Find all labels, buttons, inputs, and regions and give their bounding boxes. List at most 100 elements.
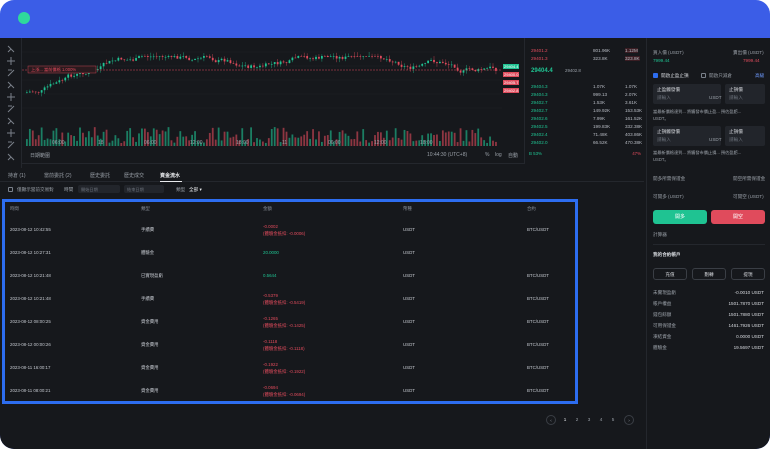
date-range-button[interactable]: 日期範圍 <box>30 152 50 159</box>
cell-amount: 0.5644 <box>263 273 276 278</box>
calculator-link[interactable]: 計算器 <box>653 232 667 238</box>
cell-contract: BTC/USDT <box>527 388 549 393</box>
brush-icon[interactable] <box>6 80 16 90</box>
start-date-input[interactable]: 開始日期 <box>78 185 120 193</box>
bid-sum: 403.86K <box>625 132 643 137</box>
cell-coin: USDT <box>403 273 415 278</box>
bid-row[interactable]: 29402.0 66.52K 470.38K <box>525 140 645 147</box>
advanced-link[interactable]: 高級 <box>755 73 764 79</box>
table-row[interactable]: 2023-08-12 10:21:48 已實現盈虧 0.5644 USDT BTC/US… <box>5 268 575 290</box>
tab-funding-flow[interactable]: 資金流水 <box>160 172 180 179</box>
price-tag: 29400.0 <box>503 72 520 77</box>
col-time: 時間 <box>10 206 19 211</box>
sl-trigger-input[interactable]: 止損觸發價 請輸入 USDT <box>653 126 722 146</box>
tp-price-label: 止損價 <box>729 87 743 92</box>
price-tag: 29405.7 <box>503 80 520 85</box>
table-row[interactable]: 2023-08-11 16:00:17 資金費用 -0.1922 (體驗金抵扣: -0… <box>5 360 575 382</box>
amount-value: -0.5379 <box>263 293 278 298</box>
tp-trigger-label: 止盈觸發價 <box>657 87 680 92</box>
lock-icon[interactable] <box>6 140 16 150</box>
page-5[interactable]: 5 <box>608 415 618 425</box>
price-tag: 29404.4 <box>503 64 520 69</box>
sl-price-input[interactable]: 止損價 請輸入 <box>725 126 765 146</box>
table-row[interactable]: 2023-08-12 10:42:55 手續費 -0.0002 (體驗金抵扣: -0.… <box>5 222 575 244</box>
next-page-button[interactable]: › <box>624 415 634 425</box>
chart-grid <box>22 51 502 109</box>
deposit-button[interactable]: 充值 <box>653 268 687 280</box>
tab-trade-history[interactable]: 歷史成交 <box>124 172 144 179</box>
page-2[interactable]: 2 <box>572 415 582 425</box>
text-icon[interactable] <box>6 92 16 102</box>
cell-coin: USDT <box>403 227 415 232</box>
amount-bonus-deduction: (體驗金抵扣: -0.1425) <box>263 323 306 328</box>
zoom-icon[interactable] <box>6 116 16 126</box>
type-filter-select[interactable]: 全部 ▾ <box>189 187 202 193</box>
withdraw-button[interactable]: 提現 <box>731 268 765 280</box>
time-tick: 11 <box>282 140 288 146</box>
sl-price-label: 止損價 <box>729 129 743 134</box>
table-row[interactable]: 2023-08-12 10:21:48 手續費 -0.5379 (體驗金抵扣: -0.… <box>5 291 575 313</box>
log-scale-toggle[interactable]: log <box>495 152 502 158</box>
cell-amount: -0.1265 (體驗金抵扣: -0.1425) <box>263 316 305 329</box>
price-chart[interactable]: 上漲... 當前價格 1.000% <box>22 38 502 148</box>
amount-value: -0.0694 <box>263 385 278 390</box>
prev-page-button[interactable]: ‹ <box>546 415 556 425</box>
tab-open-orders[interactable]: 當前委託 (2) <box>44 172 72 179</box>
open-short-button[interactable]: 開空 <box>711 210 765 224</box>
cell-contract: BTC/USDT <box>527 296 549 301</box>
transfer-button[interactable]: 劃轉 <box>692 268 726 280</box>
reduce-only-checkbox[interactable] <box>701 73 706 78</box>
bid-row[interactable]: 29404.3 999.13 2.07K <box>525 92 645 99</box>
tab-positions[interactable]: 持倉 (1) <box>8 172 26 179</box>
sell-price-label: 賣出價 (USDT) <box>733 50 764 55</box>
ask-row[interactable]: 29401.2 801.96K 1.12M <box>525 48 645 55</box>
bottom-tabs: 持倉 (1) 當前委託 (2) 歷史委託 歷史成交 資金流水 <box>0 168 644 182</box>
bid-row[interactable]: 29404.3 1.07K 1.07K <box>525 84 645 91</box>
magnet-icon[interactable] <box>6 128 16 138</box>
order-line-tag[interactable]: 上漲... 當前價格 1.000% <box>27 65 97 74</box>
ask-row[interactable]: 29401.3 323.8K 323.8K <box>525 56 645 63</box>
trash-icon[interactable] <box>6 152 16 162</box>
page-1[interactable]: 1 <box>560 415 570 425</box>
filter-bar: 僅顯示當前交易對 時間 開始日期 結束日期 類型 全部 ▾ <box>0 184 644 196</box>
buy-ratio: B 53% <box>529 151 542 156</box>
cell-type: 資金費用 <box>141 319 159 324</box>
bid-price: 29402.7 <box>531 108 548 113</box>
tp-trigger-input[interactable]: 止盈觸發價 請輸入 USDT <box>653 84 722 104</box>
table-row[interactable]: 2023-08-11 08:00:21 資金費用 -0.0694 (體驗金抵扣: -0… <box>5 383 575 405</box>
bid-price: 29404.3 <box>531 84 548 89</box>
table-row[interactable]: 2023-08-12 00:00:26 資金費用 -0.1118 (體驗金抵扣: -0… <box>5 337 575 359</box>
buy-sell-ratio: B 53% 47% <box>529 151 641 157</box>
bid-row[interactable]: 29402.6 7.99K 161.52K <box>525 116 645 123</box>
time-tick: 18:00 <box>420 140 433 146</box>
ruler-icon[interactable] <box>6 104 16 114</box>
tp-trigger-unit: USDT <box>709 95 722 100</box>
bid-row[interactable]: 29402.7 1.53K 3.61K <box>525 100 645 107</box>
bid-row[interactable]: 29402.5 199.83K 332.38K <box>525 124 645 131</box>
trendline-icon[interactable] <box>6 68 16 78</box>
amount-bonus-deduction: (體驗金抵扣: -0.0694) <box>263 392 306 397</box>
page-4[interactable]: 4 <box>596 415 606 425</box>
amount-bonus-deduction: (體驗金抵扣: -0.1922) <box>263 369 306 374</box>
amount-value: 0.5644 <box>263 273 277 278</box>
page-3[interactable]: 3 <box>584 415 594 425</box>
table-row[interactable]: 2023-08-12 10:27:31 體驗金 20.0000 USDT <box>5 245 575 267</box>
cursor-icon[interactable] <box>6 44 16 54</box>
cell-contract: BTC/USDT <box>527 319 549 324</box>
bid-row[interactable]: 29402.7 149.92K 153.53K <box>525 108 645 115</box>
percent-scale-toggle[interactable]: % <box>485 152 489 158</box>
end-date-input[interactable]: 結束日期 <box>124 185 164 193</box>
tp-price-input[interactable]: 止損價 請輸入 <box>725 84 765 104</box>
current-pair-checkbox[interactable] <box>8 187 13 192</box>
bid-row[interactable]: 29402.4 71.48K 403.86K <box>525 132 645 139</box>
cell-time: 2023-08-12 10:42:55 <box>10 227 51 232</box>
tp-sl-checkbox[interactable] <box>653 73 658 78</box>
short-margin-label: 開空所需保證金 <box>733 176 766 181</box>
table-row[interactable]: 2023-08-12 08:00:25 資金費用 -0.1265 (體驗金抵扣: -0… <box>5 314 575 336</box>
tab-order-history[interactable]: 歷史委託 <box>90 172 110 179</box>
max-short-label: 可開空 (USDT) <box>733 194 764 199</box>
cell-amount: -0.0694 (體驗金抵扣: -0.0694) <box>263 385 305 398</box>
cell-time: 2023-08-12 10:21:48 <box>10 273 51 278</box>
open-long-button[interactable]: 開多 <box>653 210 707 224</box>
crosshair-icon[interactable] <box>6 56 16 66</box>
